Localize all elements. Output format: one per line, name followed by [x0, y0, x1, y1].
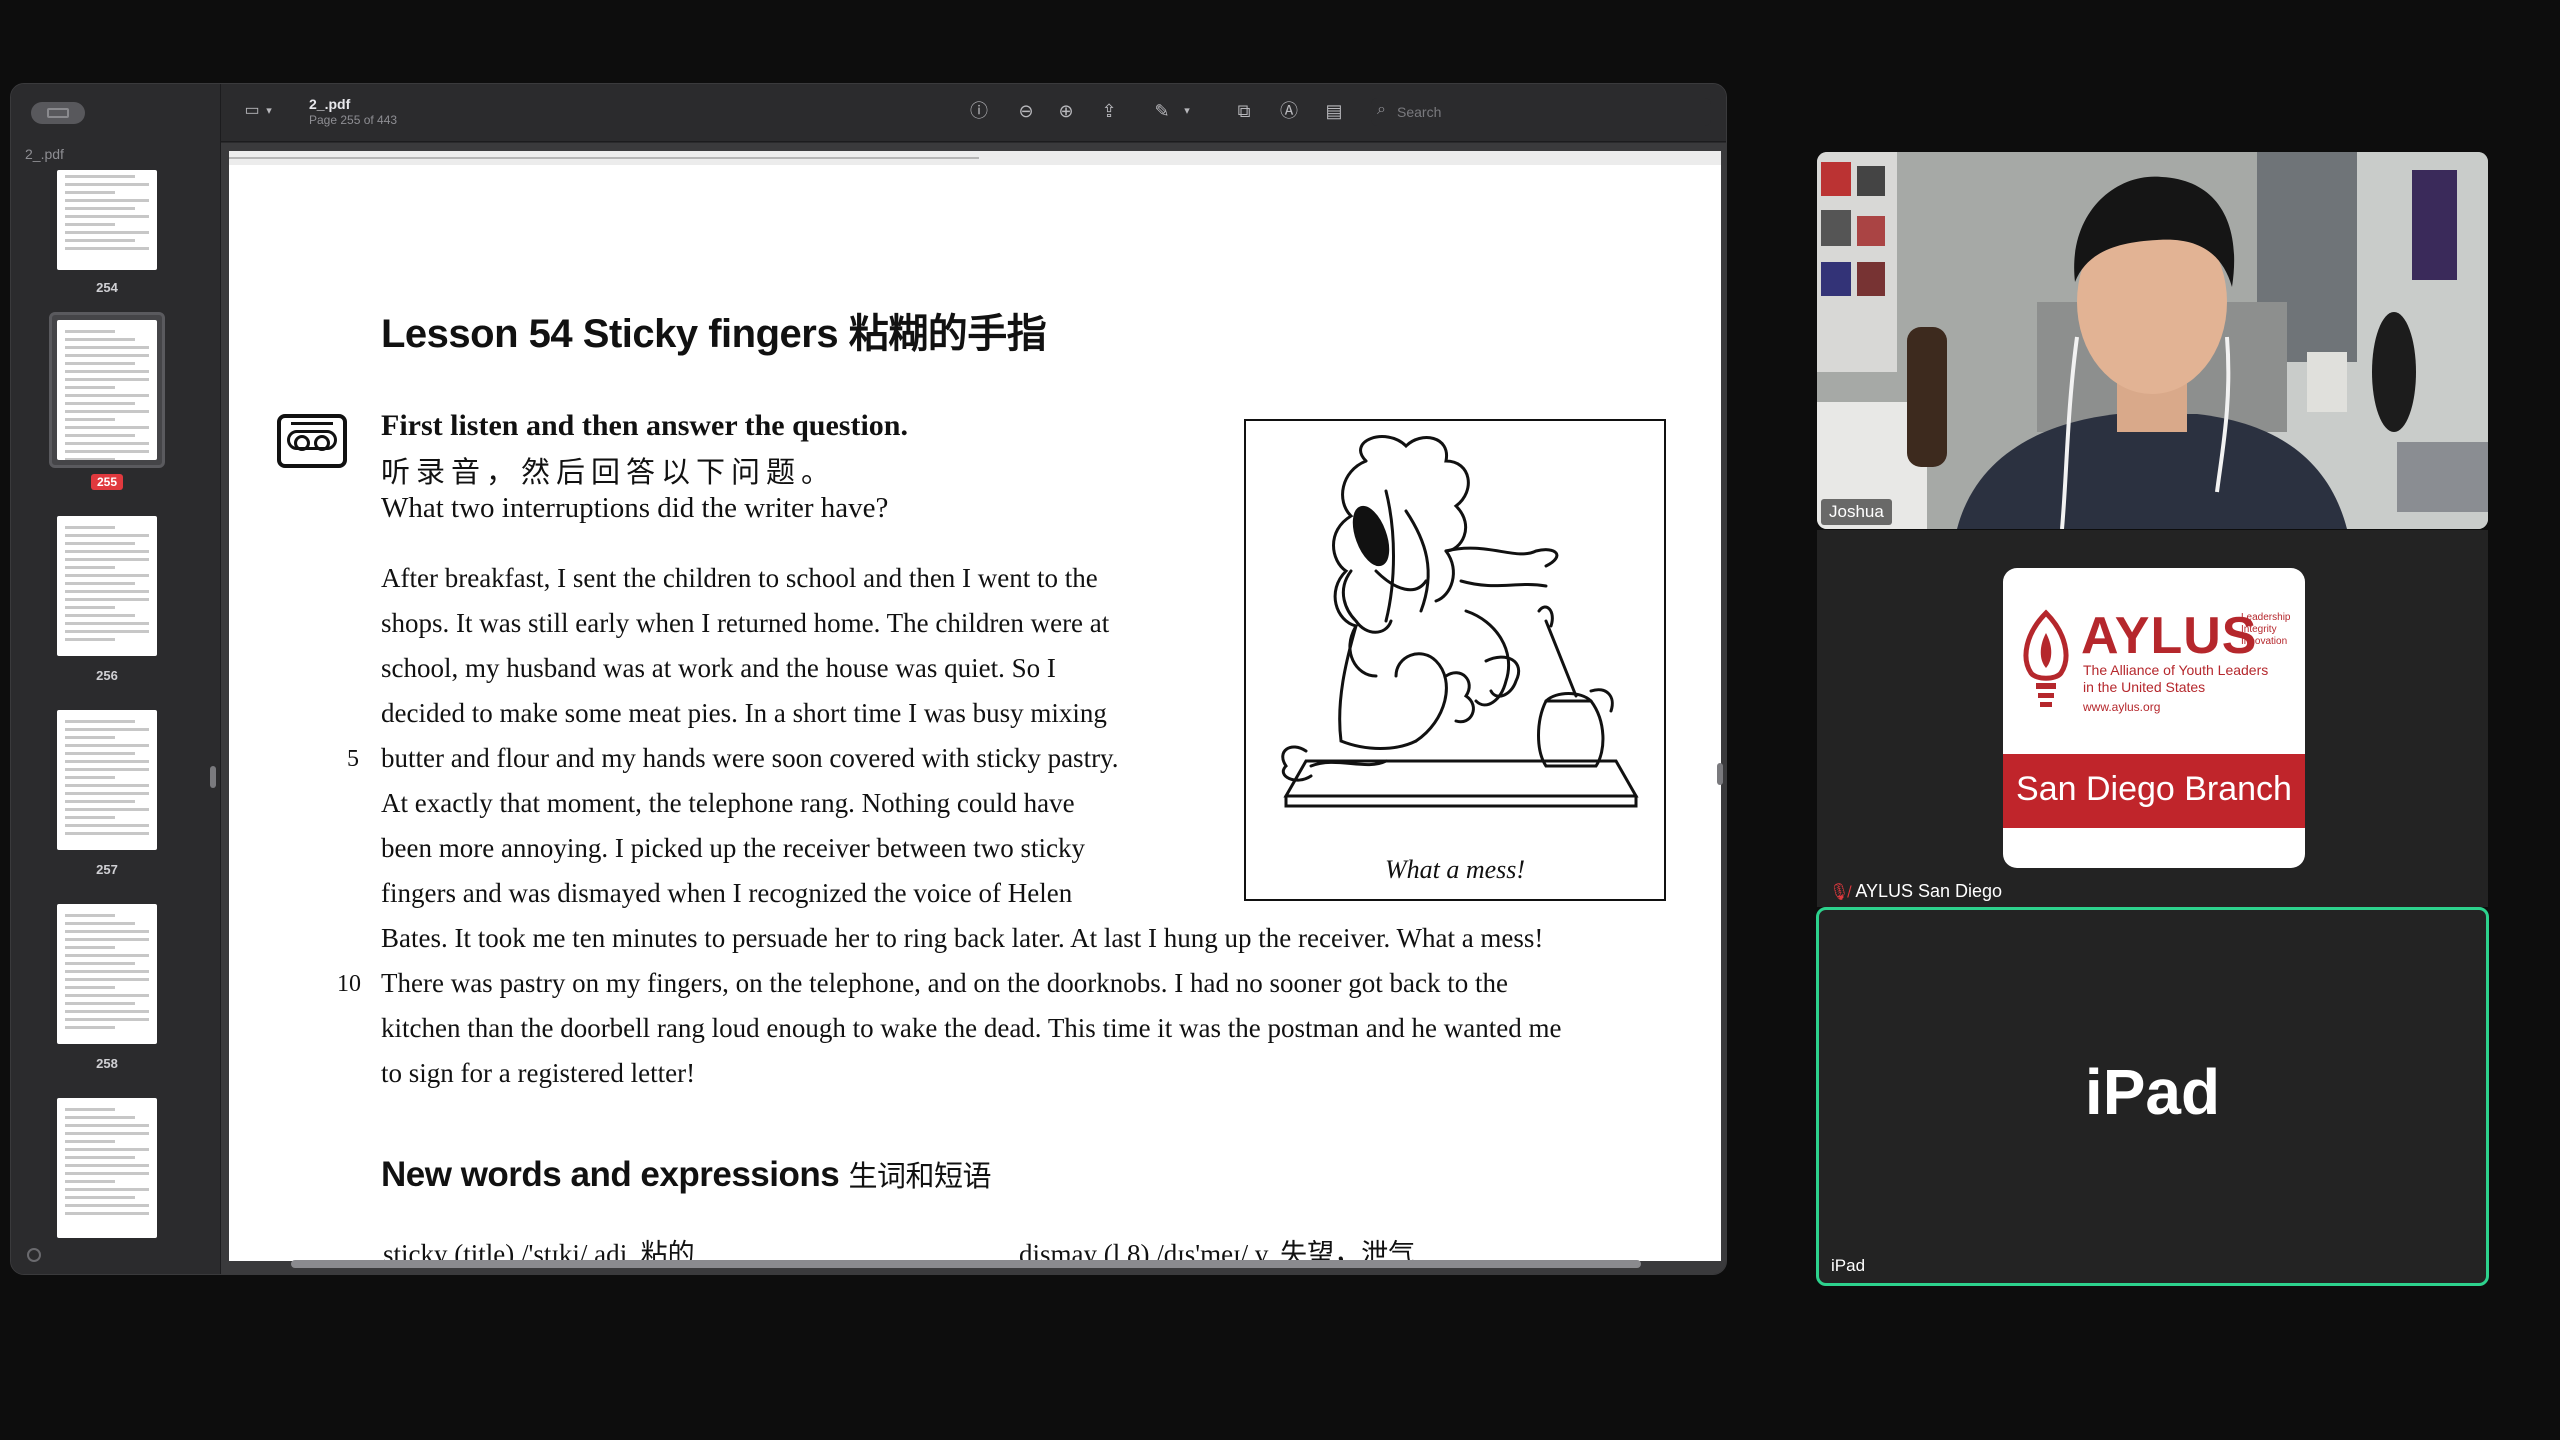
participant-name-label: Joshua [1821, 499, 1892, 525]
tagline-line: Integrity [2241, 624, 2277, 635]
search-icon: ⌕ [1377, 101, 1386, 118]
aylus-branch-banner: San Diego Branch [2003, 754, 2305, 828]
document-title: 2_.pdf [309, 96, 351, 112]
page-thumbnail-258[interactable] [57, 904, 157, 1044]
vocab-entry: sticky (title) /'stɪki/ adj. 粘的 [383, 1239, 695, 1261]
viewer-toolbar: ▭ ▾ 2_.pdf Page 255 of 443 ⓘ ⊖ ⊕ ⇪ ✎ ▾ ⧉… [221, 84, 1726, 142]
video-tile-joshua[interactable]: Joshua [1817, 152, 2488, 529]
page-count: Page 255 of 443 [309, 113, 398, 127]
chevron-down-icon[interactable]: ▾ [1179, 98, 1195, 124]
paragraph-line: school, my husband was at work and the h… [381, 653, 1056, 683]
woman-on-phone-illustration [1281, 435, 1639, 808]
page-thumbnail-257[interactable] [57, 710, 157, 850]
paragraph-line: shops. It was still early when I returne… [381, 608, 1110, 638]
cassette-icon [277, 414, 347, 468]
branch-name: San Diego Branch [2016, 770, 2292, 808]
video-tile-ipad[interactable]: iPad iPad [1816, 907, 2489, 1286]
current-page-badge: 255 [91, 474, 124, 490]
form-fill-icon[interactable]: ▤ [1321, 98, 1347, 124]
new-words-heading-cn: 生词和短语 [848, 1159, 991, 1193]
annotate-icon[interactable]: Ⓐ [1276, 98, 1302, 124]
paragraph-line: Bates. It took me ten minutes to persuad… [381, 923, 1544, 953]
add-icon[interactable] [27, 1248, 41, 1262]
illustration-frame: What a mess! [1244, 419, 1666, 901]
participant-name: AYLUS San Diego [1855, 881, 2003, 901]
thumbnail-label: 254 [96, 280, 118, 295]
rotate-icon[interactable]: ⧉ [1231, 98, 1257, 124]
pdf-viewer-window: 2_.pdf 254 255 256 257 258 ▭ ▾ 2_.pdf Pa… [10, 83, 1727, 1275]
subtitle-line: in the United States [2083, 679, 2206, 695]
thumbnail-label: 258 [96, 1056, 118, 1071]
page-thumbnail-254[interactable] [57, 170, 157, 270]
page-thumbnail-259[interactable] [57, 1098, 157, 1238]
participant-name-label: 🎙︎̸ AYLUS San Diego [1821, 878, 2010, 905]
aylus-tagline: Leadership Integrity Innovation [2241, 612, 2290, 648]
paragraph-line: kitchen than the doorbell rang loud enou… [381, 1013, 1562, 1043]
torch-logo-icon [2023, 609, 2069, 707]
line-number: 10 [337, 971, 361, 997]
paragraph-line: At exactly that moment, the telephone ra… [381, 788, 1075, 818]
tagline-line: Leadership [2241, 612, 2291, 623]
paragraph-line: fingers and was dismayed when I recogniz… [381, 878, 1073, 908]
aylus-logo-text: AYLUS [2081, 607, 2258, 665]
thumbnail-sidebar: 2_.pdf 254 255 256 257 258 [11, 84, 221, 1274]
page-thumbnail-255[interactable] [57, 320, 157, 460]
new-words-heading-en: New words and expressions [381, 1155, 840, 1194]
thumbnail-label: 257 [96, 862, 118, 877]
subtitle-line: The Alliance of Youth Leaders [2083, 662, 2269, 678]
sidebar-toggle-pill[interactable] [31, 102, 85, 124]
info-icon[interactable]: ⓘ [966, 98, 992, 124]
lesson-title: Lesson 54 Sticky fingers 粘糊的手指 [381, 312, 1047, 356]
thumbnail-label: 256 [96, 668, 118, 683]
page-thumbnail-256[interactable] [57, 516, 157, 656]
paragraph-line: There was pastry on my fingers, on the t… [381, 968, 1508, 998]
participant-name-label: iPad [1831, 1256, 1866, 1275]
paragraph-line: been more annoying. I picked up the rece… [381, 833, 1085, 863]
tagline-line: Innovation [2241, 636, 2288, 647]
participant-placeholder-name: iPad [2084, 1056, 2221, 1128]
sidebar-scrollbar[interactable] [210, 766, 216, 788]
question-heading: First listen and then answer the questio… [381, 409, 908, 442]
paragraph-line: decided to make some meat pies. In a sho… [381, 698, 1107, 728]
vertical-scrollbar[interactable] [1717, 763, 1723, 785]
sidebar-filename: 2_.pdf [25, 146, 64, 162]
markup-pen-icon[interactable]: ✎ [1149, 98, 1175, 124]
aylus-url: www.aylus.org [2083, 700, 2161, 714]
pdf-page: Lesson 54 Sticky fingers 粘糊的手指 First lis… [229, 151, 1721, 1261]
line-number: 5 [347, 746, 359, 772]
zoom-out-icon[interactable]: ⊖ [1013, 98, 1039, 124]
page-top-line [229, 157, 979, 159]
webcam-video-feed [1817, 152, 2488, 529]
search-box[interactable]: ⌕ [1371, 98, 1711, 126]
mic-muted-icon: 🎙︎̸ [1829, 884, 1850, 901]
illustration-caption: What a mess! [1384, 855, 1526, 884]
search-input[interactable] [1397, 102, 1697, 122]
paragraph-line: butter and flour and my hands were soon … [381, 743, 1119, 773]
horizontal-scrollbar[interactable] [291, 1260, 1641, 1268]
chevron-down-icon[interactable]: ▾ [261, 98, 277, 124]
zoom-in-icon[interactable]: ⊕ [1053, 98, 1079, 124]
new-words-heading: New words and expressions 生词和短语 [381, 1153, 991, 1195]
sidebar-icon [47, 108, 69, 118]
page-top-strip [229, 151, 1721, 165]
paragraph-line: After breakfast, I sent the children to … [381, 563, 1098, 593]
question-chinese: 听录音，然后回答以下问题。 [381, 455, 837, 489]
question-english: What two interruptions did the writer ha… [381, 492, 889, 524]
video-tile-aylus[interactable]: AYLUS Leadership Integrity Innovation Th… [1817, 530, 2488, 907]
vocab-entry: dismay (l.8) /dɪs'meɪ/ v. 失望，泄气 [1019, 1239, 1416, 1261]
document-area[interactable]: Lesson 54 Sticky fingers 粘糊的手指 First lis… [221, 143, 1726, 1274]
aylus-subtitle: The Alliance of Youth Leaders in the Uni… [2083, 662, 2268, 696]
paragraph-line: to sign for a registered letter! [381, 1058, 696, 1088]
aylus-logo-card: AYLUS Leadership Integrity Innovation Th… [2003, 568, 2305, 868]
share-icon[interactable]: ⇪ [1096, 98, 1122, 124]
